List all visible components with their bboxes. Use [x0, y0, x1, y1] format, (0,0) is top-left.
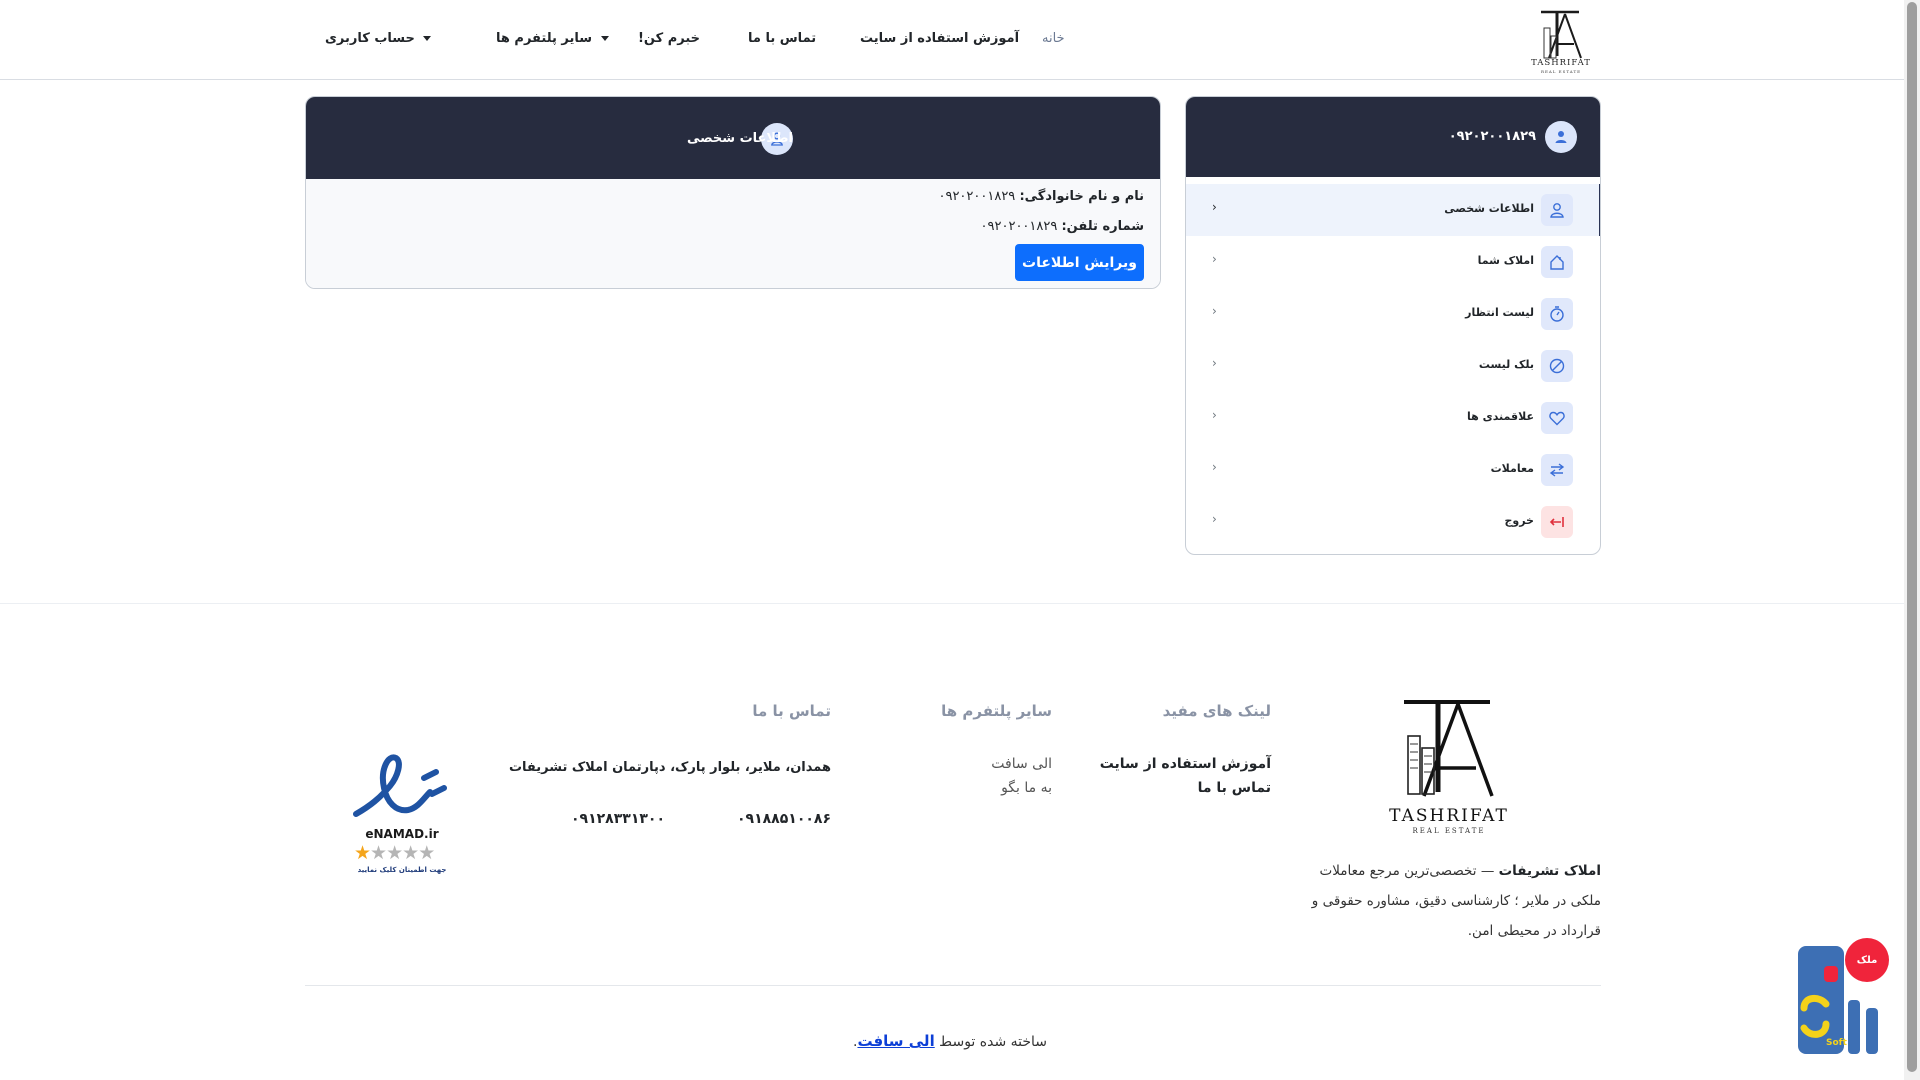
footer-logo-wordmark: TASHRIFAT — [1389, 806, 1509, 826]
name-value: ۰۹۲۰۲۰۰۱۸۲۹ — [938, 189, 1016, 204]
phone-label: شماره تلفن: — [1061, 219, 1144, 234]
platforms-title: سایر پلتفرم ها — [941, 702, 1052, 720]
sidebar-item-favorites[interactable]: علاقمندی ها › — [1186, 392, 1600, 444]
floating-logo-text: Soft — [1826, 1038, 1847, 1048]
tashrifat-logo-icon — [1404, 700, 1494, 797]
logo-subtitle: REAL ESTATE — [1540, 69, 1582, 74]
sidebar-phone: ۰۹۲۰۲۰۰۱۸۲۹ — [1448, 129, 1536, 144]
footer-phone-2[interactable]: ۰۹۱۲۸۳۳۱۳۰۰ — [571, 811, 665, 827]
sidebar-item-label: علاقمندی ها — [1467, 410, 1534, 423]
sidebar-item-label: خروج — [1504, 514, 1534, 527]
account-sidebar: ۰۹۲۰۲۰۰۱۸۲۹ اطلاعات شخصی › املاک شما › ل… — [1185, 96, 1601, 555]
nav-home[interactable]: خانه — [1042, 31, 1065, 46]
about-brand: املاک تشریفات — [1498, 863, 1601, 879]
sidebar-menu: اطلاعات شخصی › املاک شما › لیست انتظار ›… — [1186, 184, 1600, 548]
chevron-right-icon: › — [1212, 252, 1217, 266]
sidebar-item-logout[interactable]: خروج › — [1186, 496, 1600, 548]
card-header: اطلاعات شخصی — [306, 97, 1160, 179]
footer-logo[interactable]: TASHRIFAT REAL ESTATE — [1380, 696, 1518, 836]
logout-icon — [1541, 506, 1573, 538]
nav-platforms-dropdown[interactable]: سایر پلتفرم ها — [496, 31, 609, 46]
chevron-right-icon: › — [1212, 356, 1217, 370]
sidebar-item-label: اطلاعات شخصی — [1444, 202, 1534, 215]
caret-down-icon — [423, 36, 432, 41]
star-icon: ★ — [386, 842, 403, 864]
chevron-right-icon: › — [1212, 304, 1217, 318]
footer-link-elisoft[interactable]: الی سافت — [991, 756, 1052, 772]
card-title: اطلاعات شخصی — [686, 131, 793, 146]
footer-logo-subtitle: REAL ESTATE — [1412, 827, 1486, 835]
sidebar-item-personal-info[interactable]: اطلاعات شخصی › — [1186, 184, 1600, 236]
sidebar-item-label: بلک لیست — [1478, 358, 1534, 371]
sidebar-item-label: لیست انتظار — [1465, 306, 1534, 319]
chevron-right-icon: › — [1212, 512, 1217, 526]
block-icon — [1541, 350, 1573, 382]
house-icon — [1541, 246, 1573, 278]
edit-info-button[interactable]: ویرایش اطلاعات — [1015, 244, 1144, 281]
footer-about: املاک تشریفات — تخصصی‌ترین مرجع معاملات … — [1305, 856, 1601, 946]
built-by-text: ساخته شده توسط — [939, 1034, 1048, 1050]
floating-chat-widget[interactable]: Soft ملک — [1796, 938, 1889, 1058]
page-scrollbar-thumb[interactable] — [1907, 2, 1917, 1072]
enamad-label: eNAMAD.ir — [365, 827, 439, 841]
user-icon — [1541, 194, 1573, 226]
name-label: نام و نام خانوادگی: — [1019, 189, 1144, 204]
contact-title: تماس با ما — [752, 702, 831, 720]
sidebar-item-blacklist[interactable]: بلک لیست › — [1186, 340, 1600, 392]
enamad-caption: جهت اطمینان کلیک نمایید — [357, 866, 447, 874]
sidebar-header: ۰۹۲۰۲۰۰۱۸۲۹ — [1186, 97, 1600, 177]
sidebar-item-transactions[interactable]: معاملات › — [1186, 444, 1600, 496]
user-icon — [1555, 131, 1567, 143]
sidebar-item-label: املاک شما — [1477, 254, 1534, 267]
chevron-right-icon: › — [1212, 460, 1217, 474]
enamad-logo-icon — [353, 754, 447, 817]
site-logo[interactable]: TASHRIFAT REAL ESTATE — [1527, 6, 1595, 76]
built-by-link[interactable]: الی سافت — [857, 1032, 934, 1050]
name-row: نام و نام خانوادگی: ۰۹۲۰۲۰۰۱۸۲۹ — [938, 189, 1144, 204]
enamad-badge[interactable]: eNAMAD.ir ★★★★★ جهت اطمینان کلیک نمایید — [350, 748, 454, 880]
sidebar-item-properties[interactable]: املاک شما › — [1186, 236, 1600, 288]
phone-value: ۰۹۲۰۲۰۰۱۸۲۹ — [980, 219, 1058, 234]
stopwatch-icon — [1541, 298, 1573, 330]
logo-wordmark: TASHRIFAT — [1531, 58, 1591, 68]
heart-icon — [1541, 402, 1573, 434]
chevron-right-icon: › — [1212, 200, 1217, 214]
chevron-right-icon: › — [1212, 408, 1217, 422]
footer-divider — [0, 603, 1904, 604]
built-by-credit: ساخته شده توسط الی سافت. — [853, 1032, 1047, 1050]
footer-bottom-divider — [305, 985, 1601, 986]
footer-phone-1[interactable]: ۰۹۱۸۸۵۱۰۰۸۶ — [737, 811, 831, 827]
footer-link-tell-us[interactable]: به ما بگو — [1001, 780, 1052, 796]
nav-tutorial[interactable]: آموزش استفاده از سایت — [860, 31, 1019, 46]
avatar — [1545, 121, 1577, 153]
arrows-exchange-icon — [1541, 454, 1573, 486]
caret-down-icon — [600, 36, 609, 41]
phone-row: شماره تلفن: ۰۹۲۰۲۰۰۱۸۲۹ — [981, 219, 1144, 234]
nav-khabaram[interactable]: خبرم کن! — [638, 31, 700, 46]
nav-account-dropdown[interactable]: حساب کاربری — [325, 31, 432, 46]
footer-link-tutorial[interactable]: آموزش استفاده از سایت — [1100, 756, 1271, 772]
star-icon: ★ — [370, 842, 387, 864]
star-icon: ★ — [418, 842, 435, 864]
star-icon: ★ — [402, 842, 419, 864]
nav-account-label: حساب کاربری — [325, 31, 415, 46]
top-navbar: TASHRIFAT REAL ESTATE خانه آموزش استفاده… — [0, 0, 1904, 80]
footer-address: همدان، ملایر، بلوار پارک، دپارتمان املاک… — [508, 760, 831, 775]
nav-contact[interactable]: تماس با ما — [748, 31, 816, 46]
footer-link-contact[interactable]: تماس با ما — [1198, 780, 1271, 796]
star-rating: ★★★★★ — [354, 843, 454, 863]
nav-platforms-label: سایر پلتفرم ها — [496, 31, 593, 46]
star-icon: ★ — [354, 842, 371, 864]
sidebar-item-label: معاملات — [1490, 462, 1534, 475]
notification-badge[interactable]: ملک — [1845, 938, 1889, 982]
sidebar-item-waitlist[interactable]: لیست انتظار › — [1186, 288, 1600, 340]
useful-links-title: لینک های مفید — [1162, 702, 1271, 720]
